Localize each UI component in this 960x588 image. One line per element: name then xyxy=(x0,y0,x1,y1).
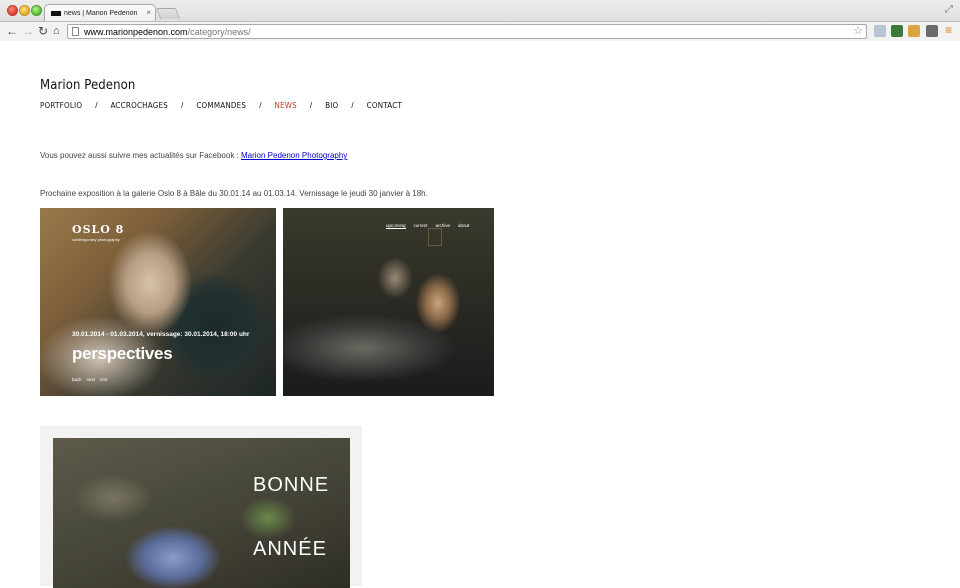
oslo8-perspectives-image[interactable]: OSLO 8 contemporary photography 30.01.20… xyxy=(40,208,276,396)
web-page: Marion Pedenon PORTFOLIO / ACCROCHAGES /… xyxy=(0,41,960,588)
facebook-link[interactable]: Marion Pedenon Photography xyxy=(241,151,347,160)
home-icon[interactable]: ⌂ xyxy=(53,24,60,38)
oslo8-logo-subtitle: contemporary photography xyxy=(72,237,120,242)
poster-nav-next: next xyxy=(86,377,96,382)
poster-nav-back: back xyxy=(72,377,82,382)
gallery-nav-upcoming: upcoming xyxy=(386,223,406,229)
nav-separator: / xyxy=(95,101,98,110)
extension-puzzle-icon[interactable] xyxy=(874,25,886,37)
card-word-annee: ANNÉE xyxy=(253,538,327,560)
exhibition-paragraph: Prochaine exposition à la galerie Oslo 8… xyxy=(40,189,428,198)
extension-badge-icon[interactable] xyxy=(891,25,903,37)
browser-chrome: news | Marion Pedenon × ⤢ ← → ↻ ⌂ www.ma… xyxy=(0,0,960,41)
nav-accrochages[interactable]: ACCROCHAGES xyxy=(110,101,168,110)
oslo8-logo: OSLO 8 xyxy=(72,223,125,236)
forward-arrow-icon[interactable]: → xyxy=(22,24,34,38)
new-tab-button[interactable] xyxy=(155,8,181,19)
cabbage-photo: BONNE ANNÉE xyxy=(53,438,350,588)
nav-separator: / xyxy=(309,101,313,110)
extension-window-icon[interactable] xyxy=(926,25,938,37)
gallery-nav-about: about xyxy=(458,223,470,228)
extension-rss-icon[interactable] xyxy=(908,25,920,37)
gallery-nav-archive: archive xyxy=(435,223,451,228)
card-word-bonne: BONNE xyxy=(253,474,330,496)
browser-tab[interactable]: news | Marion Pedenon × xyxy=(44,4,156,21)
poster-nav-text: text xyxy=(100,377,108,382)
picture-frame xyxy=(428,228,442,246)
fullscreen-icon[interactable]: ⤢ xyxy=(945,4,953,15)
poster-dates: 30.01.2014 - 01.03.2014, vernissage: 30.… xyxy=(72,331,250,338)
nav-news[interactable]: NEWS xyxy=(274,101,296,110)
poster-nav: back next text xyxy=(72,377,107,382)
nav-separator: / xyxy=(181,101,184,110)
bonne-annee-card[interactable]: BONNE ANNÉE xyxy=(40,426,362,588)
gallery-site-nav: upcoming current archive about xyxy=(386,223,469,229)
address-bar[interactable]: www.marionpedenon.com /category/news/ ☆ xyxy=(67,24,867,39)
url-path: /category/news/ xyxy=(187,26,251,37)
tab-close-icon[interactable]: × xyxy=(146,9,151,17)
bookmark-star-icon[interactable]: ☆ xyxy=(853,24,863,37)
zoom-window-button[interactable] xyxy=(31,5,42,16)
site-title[interactable]: Marion Pedenon xyxy=(40,78,135,93)
url-host: www.marionpedenon.com xyxy=(84,26,188,37)
nav-commandes[interactable]: COMMANDES xyxy=(196,101,246,110)
nav-separator: / xyxy=(259,101,262,110)
main-nav: PORTFOLIO / ACCROCHAGES / COMMANDES / NE… xyxy=(40,101,402,110)
menu-icon[interactable]: ≡ xyxy=(945,23,952,37)
page-icon xyxy=(72,27,79,36)
facebook-paragraph: Vous pouvez aussi suivre mes actualités … xyxy=(40,151,347,160)
poster-headline: perspectives xyxy=(72,344,173,363)
tab-title: news | Marion Pedenon xyxy=(64,9,138,17)
nav-portfolio[interactable]: PORTFOLIO xyxy=(40,101,82,110)
tab-strip: news | Marion Pedenon × ⤢ xyxy=(0,0,960,21)
back-arrow-icon[interactable]: ← xyxy=(6,24,18,38)
favicon-icon xyxy=(51,10,61,16)
nav-separator: / xyxy=(351,101,354,110)
nav-bio[interactable]: BIO xyxy=(325,101,338,110)
bedroom-photo-image[interactable]: upcoming current archive about xyxy=(283,208,494,396)
close-window-button[interactable] xyxy=(7,5,18,16)
browser-toolbar: ← → ↻ ⌂ www.marionpedenon.com /category/… xyxy=(0,21,960,41)
minimize-window-button[interactable] xyxy=(19,5,30,16)
nav-contact[interactable]: CONTACT xyxy=(367,101,402,110)
facebook-text: Vous pouvez aussi suivre mes actualités … xyxy=(40,151,241,160)
reload-icon[interactable]: ↻ xyxy=(38,24,48,38)
gallery-nav-current: current xyxy=(413,223,428,228)
